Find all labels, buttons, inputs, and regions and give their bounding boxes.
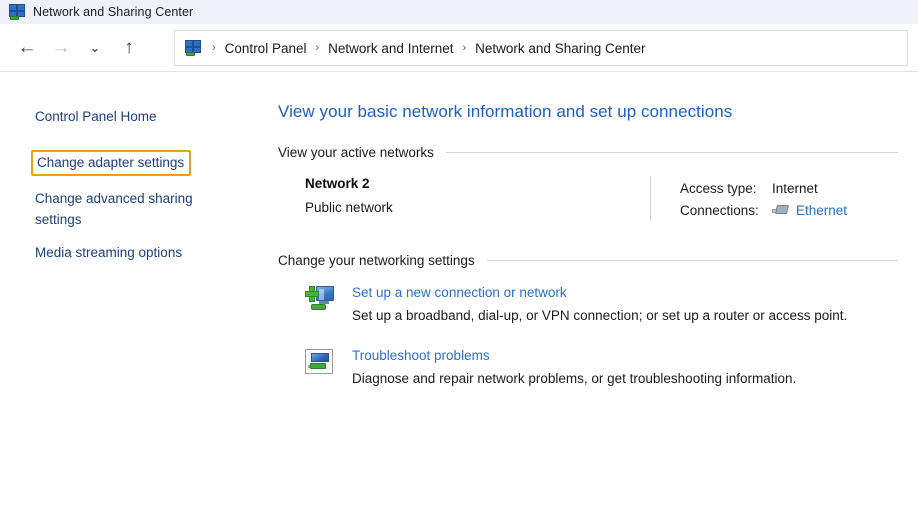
breadcrumb-item-control-panel[interactable]: Control Panel	[225, 41, 307, 56]
task-description: Diagnose and repair network problems, or…	[352, 370, 796, 388]
title-bar: Network and Sharing Center	[0, 0, 918, 24]
network-identity: Network 2 Public network	[305, 176, 650, 221]
sidebar-item-change-advanced-sharing-settings[interactable]: Change advanced sharing settings	[35, 188, 235, 230]
main-pane: View your basic network information and …	[278, 72, 918, 530]
sidebar-item-media-streaming-options[interactable]: Media streaming options	[35, 242, 182, 263]
page-title: View your basic network information and …	[278, 102, 898, 122]
task-link-set-up-new-connection[interactable]: Set up a new connection or network	[352, 285, 567, 300]
connections-row: Connections: Ethernet	[680, 199, 847, 221]
breadcrumb-network-icon	[185, 40, 201, 56]
recent-locations-button[interactable]: ⌄	[78, 31, 112, 65]
section-header-active-networks: View your active networks	[278, 145, 898, 160]
troubleshoot-icon	[305, 349, 333, 374]
content-area: Control Panel Home Change adapter settin…	[0, 72, 918, 530]
task-set-up-new-connection: Set up a new connection or network Set u…	[278, 284, 898, 325]
network-type: Public network	[305, 200, 650, 215]
sidebar: Control Panel Home Change adapter settin…	[0, 72, 278, 530]
section-label: Change your networking settings	[278, 253, 475, 268]
section-label: View your active networks	[278, 145, 434, 160]
back-button[interactable]: ←	[10, 31, 44, 65]
breadcrumb-separator: ›	[315, 42, 319, 54]
address-bar[interactable]: › Control Panel › Network and Internet ›…	[174, 30, 908, 66]
sidebar-item-change-adapter-settings[interactable]: Change adapter settings	[31, 150, 191, 176]
breadcrumb-item-network-and-sharing-center[interactable]: Network and Sharing Center	[475, 41, 645, 56]
task-icon-wrap	[305, 347, 337, 388]
access-type-label: Access type:	[680, 181, 772, 196]
section-divider	[487, 260, 898, 261]
ethernet-icon	[772, 204, 789, 217]
network-details: Access type: Internet Connections: Ether…	[680, 176, 847, 221]
sidebar-item-control-panel-home[interactable]: Control Panel Home	[35, 106, 157, 127]
access-type-value: Internet	[772, 181, 818, 196]
breadcrumb-item-network-and-internet[interactable]: Network and Internet	[328, 41, 453, 56]
window-title: Network and Sharing Center	[33, 5, 193, 19]
vertical-divider	[650, 176, 651, 221]
task-icon-wrap	[305, 284, 337, 325]
navigation-bar: ← → ⌄ ↑ › Control Panel › Network and In…	[0, 24, 918, 72]
task-text: Set up a new connection or network Set u…	[352, 284, 847, 325]
connections-label: Connections:	[680, 203, 772, 218]
task-description: Set up a broadband, dial-up, or VPN conn…	[352, 307, 847, 325]
forward-button[interactable]: →	[44, 31, 78, 65]
section-divider	[446, 152, 898, 153]
task-link-troubleshoot-problems[interactable]: Troubleshoot problems	[352, 348, 490, 363]
active-network-entry: Network 2 Public network Access type: In…	[278, 176, 898, 221]
task-troubleshoot-problems: Troubleshoot problems Diagnose and repai…	[278, 347, 898, 388]
connections-ethernet-link[interactable]: Ethernet	[796, 203, 847, 218]
task-text: Troubleshoot problems Diagnose and repai…	[352, 347, 796, 388]
breadcrumb-separator: ›	[462, 42, 466, 54]
network-name: Network 2	[305, 176, 650, 191]
section-header-networking-settings: Change your networking settings	[278, 253, 898, 268]
access-type-row: Access type: Internet	[680, 177, 847, 199]
setup-connection-icon	[305, 286, 335, 313]
network-icon	[9, 4, 25, 20]
up-button[interactable]: ↑	[112, 31, 146, 65]
breadcrumb-separator: ›	[212, 42, 216, 54]
